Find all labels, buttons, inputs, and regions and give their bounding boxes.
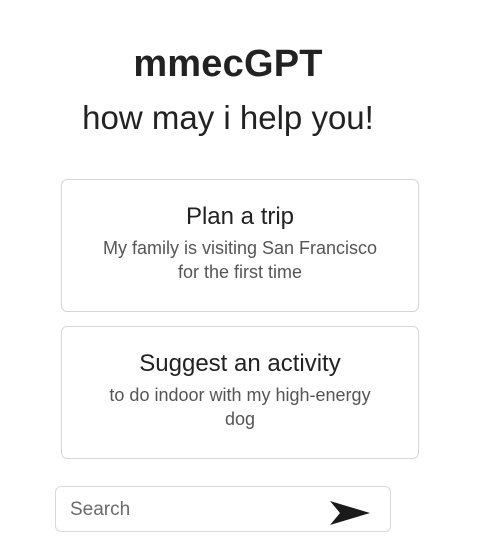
suggestion-title: Suggest an activity [139,350,341,377]
suggestion-description: My family is visiting San Francisco for … [102,238,378,282]
send-icon [326,497,372,529]
search-input[interactable] [70,497,310,523]
suggestion-card-suggest-activity[interactable]: Suggest an activity to do indoor with my… [61,326,419,459]
suggestion-title: Plan a trip [185,203,295,230]
greeting-heading: how may i help you! [82,99,374,136]
app-title: mmecGPT [133,43,323,85]
send-button[interactable] [326,497,372,529]
suggestion-card-plan-trip[interactable]: Plan a trip My family is visiting San Fr… [61,179,419,312]
suggestion-description: to do indoor with my high-energy dog [109,385,371,429]
